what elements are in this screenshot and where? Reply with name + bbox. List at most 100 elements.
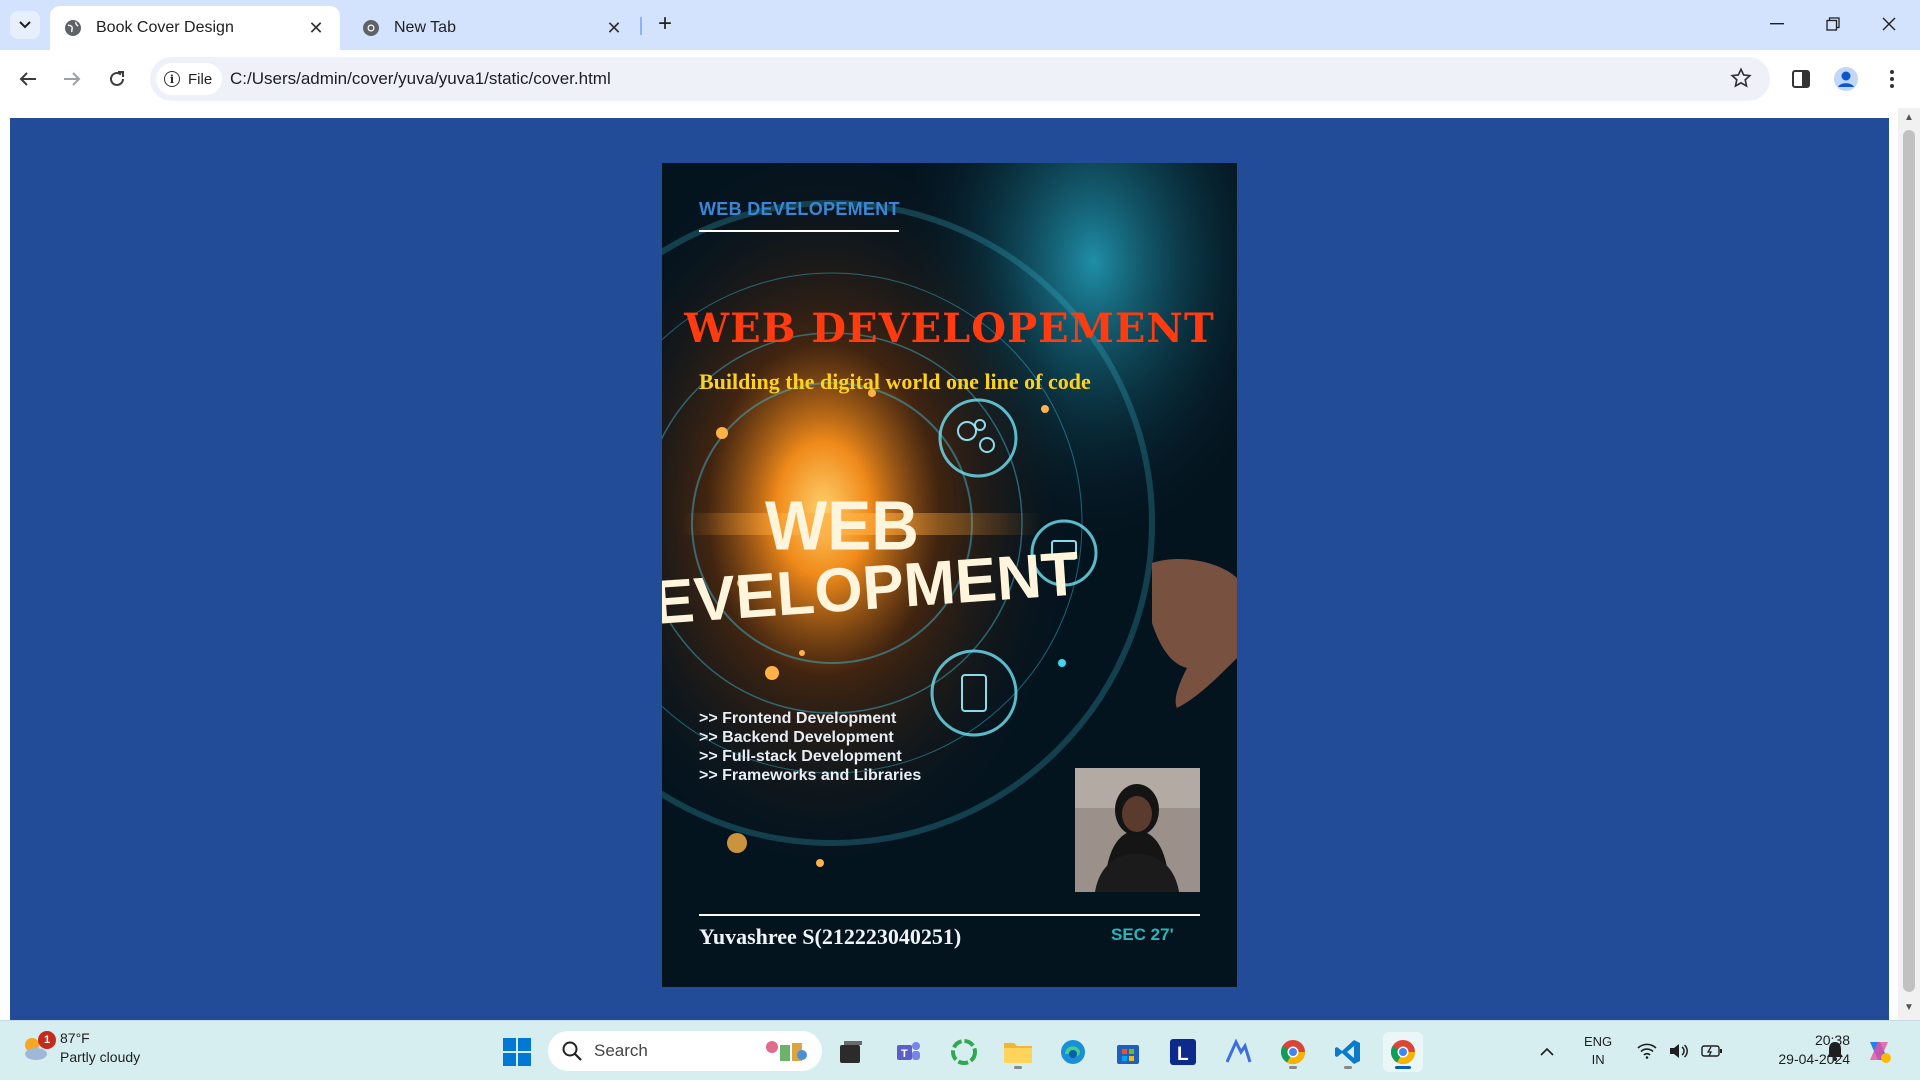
url-text[interactable]: C:/Users/admin/cover/yuva/yuva1/static/c… xyxy=(230,69,611,89)
svg-text:T: T xyxy=(901,1048,908,1060)
windows-start-icon xyxy=(503,1038,531,1066)
teams-button[interactable]: T xyxy=(888,1032,928,1072)
reload-icon xyxy=(110,71,124,86)
chrome-active-button[interactable] xyxy=(1383,1032,1423,1072)
edge-icon xyxy=(1061,1040,1085,1064)
globe-icon xyxy=(64,19,82,37)
weather-temp: 87°F xyxy=(60,1030,90,1046)
menu-button[interactable] xyxy=(1874,61,1910,97)
topic-list: >> Frontend Development >> Backend Devel… xyxy=(699,709,921,785)
wifi-icon xyxy=(1637,1043,1657,1059)
kebab-menu-icon xyxy=(1890,70,1894,88)
forward-arrow-icon xyxy=(64,72,81,86)
tab-title: New Tab xyxy=(394,19,456,36)
new-tab-button[interactable]: + xyxy=(652,12,678,38)
running-indicator xyxy=(1344,1066,1352,1069)
restore-icon xyxy=(1826,17,1840,31)
close-window-button[interactable] xyxy=(1862,8,1916,40)
tab-strip: Book Cover Design ✕ New Tab ✕ + xyxy=(0,0,1920,50)
scroll-thumb[interactable] xyxy=(1903,130,1915,992)
vscode-button[interactable] xyxy=(1328,1032,1368,1072)
tab-search-button[interactable] xyxy=(10,11,40,39)
info-icon: i xyxy=(164,71,180,87)
back-arrow-icon xyxy=(19,72,36,86)
back-button[interactable] xyxy=(10,61,46,97)
weather-widget[interactable]: 1 87°F Partly cloudy xyxy=(20,1029,140,1067)
copilot-button[interactable] xyxy=(1864,1021,1894,1080)
notifications-button[interactable] xyxy=(1826,1021,1844,1080)
vertical-scrollbar[interactable]: ▲ ▼ xyxy=(1898,108,1920,1020)
chevron-up-icon xyxy=(1540,1047,1554,1056)
minimize-icon xyxy=(1770,23,1784,25)
address-bar[interactable]: i File C:/Users/admin/cover/yuva/yuva1/s… xyxy=(150,57,1770,101)
active-indicator xyxy=(1395,1066,1411,1069)
edge-button[interactable] xyxy=(1053,1032,1093,1072)
book-cover: WEB EVELOPMENT WEB DEVELOPEMENT WEB DEVE… xyxy=(662,163,1237,987)
scroll-down-icon[interactable]: ▼ xyxy=(1903,1002,1915,1014)
topic-item: >> Frontend Development xyxy=(699,710,897,727)
restore-button[interactable] xyxy=(1806,8,1860,40)
site-info-chip[interactable]: i File xyxy=(156,63,223,95)
tab-new-tab[interactable]: New Tab ✕ xyxy=(348,6,638,50)
chrome-icon xyxy=(362,19,380,37)
taskbar-search[interactable]: Search xyxy=(548,1031,822,1071)
system-tray-status[interactable] xyxy=(1637,1021,1723,1080)
cover-top-divider xyxy=(699,230,899,232)
close-tab-icon[interactable]: ✕ xyxy=(306,18,326,38)
task-view-button[interactable] xyxy=(831,1032,871,1072)
search-placeholder: Search xyxy=(594,1041,648,1060)
side-panel-icon xyxy=(1792,70,1810,88)
search-icon xyxy=(562,1041,582,1061)
cover-top-label: WEB DEVELOPEMENT xyxy=(699,199,900,219)
file-explorer-button[interactable] xyxy=(998,1032,1038,1072)
bell-icon xyxy=(1827,1042,1843,1061)
running-indicator xyxy=(1289,1066,1297,1069)
scroll-up-icon[interactable]: ▲ xyxy=(1903,112,1915,124)
cover-subtitle: Building the digital world one line of c… xyxy=(699,369,1091,394)
site-chip-label: File xyxy=(188,70,213,88)
show-hidden-icons[interactable] xyxy=(1540,1021,1554,1080)
store-button[interactable] xyxy=(1108,1032,1148,1072)
tab-book-cover-design[interactable]: Book Cover Design ✕ xyxy=(50,6,340,50)
reload-button[interactable] xyxy=(99,61,135,97)
language-line1: ENG xyxy=(1584,1034,1613,1049)
profile-avatar-icon xyxy=(1834,67,1858,91)
chrome-active-icon xyxy=(1390,1040,1415,1065)
topic-item: >> Full-stack Development xyxy=(699,748,902,765)
cover-bottom-divider xyxy=(699,914,1200,916)
folder-icon xyxy=(1004,1043,1032,1063)
chevron-down-icon xyxy=(19,21,31,29)
arc-icon xyxy=(1225,1038,1252,1063)
partly-cloudy-icon: 1 xyxy=(20,1031,56,1063)
minimize-button[interactable] xyxy=(1750,8,1804,40)
arc-app-button[interactable] xyxy=(1218,1032,1258,1072)
topic-item: >> Frameworks and Libraries xyxy=(699,767,922,784)
app-ring-button[interactable] xyxy=(944,1032,984,1072)
l-app-icon: L xyxy=(1170,1039,1196,1065)
author-photo xyxy=(1075,768,1200,892)
l-app-button[interactable]: L xyxy=(1163,1032,1203,1072)
close-tab-icon[interactable]: ✕ xyxy=(604,18,624,38)
task-view-icon xyxy=(840,1041,862,1063)
language-indicator[interactable]: ENG IN xyxy=(1584,1021,1612,1080)
volume-icon xyxy=(1670,1044,1688,1058)
profile-button[interactable] xyxy=(1828,61,1864,97)
bookmark-star-icon[interactable] xyxy=(1730,67,1752,95)
svg-text:L: L xyxy=(1177,1044,1189,1065)
section-label: SEC 27' xyxy=(1111,925,1174,944)
running-indicator xyxy=(1014,1066,1022,1069)
cover-title: WEB DEVELOPEMENT xyxy=(684,305,1215,352)
side-panel-button[interactable] xyxy=(1783,61,1819,97)
vscode-icon xyxy=(1335,1040,1360,1064)
chrome-button[interactable] xyxy=(1273,1032,1313,1072)
store-icon xyxy=(1117,1045,1139,1064)
chrome-icon xyxy=(1280,1040,1305,1065)
topic-item: >> Backend Development xyxy=(699,729,894,746)
start-button[interactable] xyxy=(497,1032,537,1072)
teams-icon: T xyxy=(897,1042,920,1060)
search-highlight-icon xyxy=(766,1041,807,1061)
battery-icon xyxy=(1701,1045,1722,1057)
forward-button[interactable] xyxy=(54,61,90,97)
browser-toolbar: i File C:/Users/admin/cover/yuva/yuva1/s… xyxy=(0,50,1920,108)
taskbar: 1 87°F Partly cloudy Search T L ENG IN 2… xyxy=(0,1020,1920,1080)
